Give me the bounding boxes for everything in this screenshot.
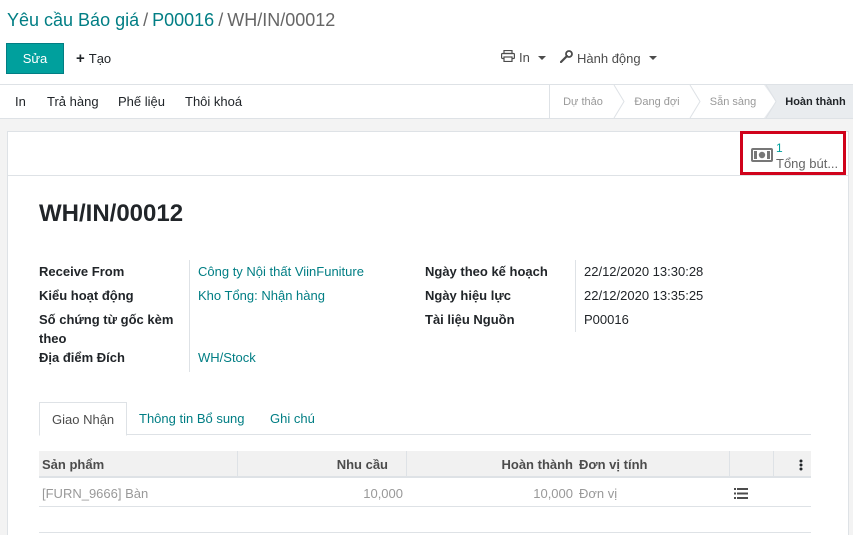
status-bar: In Trả hàng Phế liệu Thôi khoá Dự thảo Đ… — [0, 85, 853, 119]
table-header: Sản phẩm Nhu cầu Hoàn thành Đơn vị tính — [39, 451, 811, 478]
plus-icon: + — [76, 50, 85, 67]
stage-done: Hoàn thành — [778, 85, 853, 118]
stage-separator — [764, 85, 778, 118]
cell-product: [FURN_9666] Bàn — [42, 485, 149, 501]
field-label-origin: Tài liệu Nguồn — [425, 312, 515, 327]
breadcrumb-current: WH/IN/00012 — [227, 10, 336, 30]
field-divider — [575, 260, 576, 332]
field-label-source-document: Số chứng từ gốc kèm theo — [39, 312, 174, 346]
action-dropdown[interactable]: Hành động — [559, 50, 657, 66]
cell-demand: 10,000 — [363, 485, 403, 501]
cell-done: 10,000 — [533, 485, 573, 501]
print-dropdown[interactable]: In — [501, 49, 546, 65]
print-label: In — [519, 50, 530, 65]
stage-draft: Dự thảo — [563, 95, 603, 108]
stage-ready: Sẵn sàng — [709, 95, 757, 108]
action-label: Hành động — [577, 50, 641, 66]
column-options-icon[interactable] — [799, 451, 803, 478]
tab-operations[interactable]: Giao Nhận — [39, 402, 128, 436]
edit-button-label: Sửa — [22, 51, 48, 66]
breadcrumb-po[interactable]: P00016 — [152, 10, 214, 30]
column-divider — [729, 451, 730, 478]
tab-additional-info[interactable]: Thông tin Bổ sung — [127, 402, 257, 435]
field-label-partner: Receive From — [39, 264, 125, 279]
field-label-effective-date: Ngày hiệu lực — [425, 288, 511, 303]
breadcrumb-separator: / — [143, 10, 149, 30]
print-button[interactable]: In — [15, 94, 26, 109]
field-value-destination[interactable]: WH/Stock — [198, 348, 256, 367]
column-done[interactable]: Hoàn thành — [407, 451, 574, 478]
unlock-button[interactable]: Thôi khoá — [185, 94, 242, 109]
field-label-scheduled-date: Ngày theo kế hoạch — [425, 264, 548, 279]
breadcrumb-purchase-rfq[interactable]: Yêu cầu Báo giá — [7, 10, 139, 30]
field-value-operation-type[interactable]: Kho Tổng: Nhận hàng — [198, 286, 325, 305]
field-divider — [189, 260, 190, 372]
detailed-operations-icon[interactable] — [734, 479, 748, 507]
edit-button[interactable]: Sửa — [6, 43, 64, 74]
chevron-down-icon — [537, 55, 546, 60]
create-button[interactable]: + Tạo — [76, 50, 111, 67]
column-uom[interactable]: Đơn vị tính — [579, 451, 647, 478]
smart-button-label: Tổng bút... — [776, 156, 839, 171]
field-value-partner[interactable]: Công ty Nội thất ViinFuniture — [198, 262, 364, 281]
record-title: WH/IN/00012 — [39, 200, 184, 227]
scrap-button[interactable]: Phế liệu — [118, 94, 165, 109]
breadcrumb-separator: / — [218, 10, 224, 30]
smart-button-valuation[interactable]: 1 Tổng bút... — [740, 131, 846, 175]
field-value-origin[interactable]: P00016 — [584, 310, 629, 329]
cell-uom: Đơn vị — [579, 485, 618, 501]
stage-waiting: Đang đợi — [634, 95, 680, 108]
create-button-label: Tạo — [88, 51, 112, 66]
return-button[interactable]: Trả hàng — [47, 94, 99, 109]
tab-note[interactable]: Ghi chú — [258, 402, 327, 435]
chevron-down-icon — [648, 56, 657, 60]
wrench-icon — [559, 50, 573, 66]
field-value-scheduled-date[interactable]: 22/12/2020 13:30:28 — [584, 262, 703, 281]
smart-button-count: 1 — [776, 141, 783, 155]
column-demand[interactable]: Nhu cầu — [238, 451, 388, 478]
button-box — [7, 131, 849, 176]
field-label-destination: Địa điểm Đích — [39, 350, 125, 365]
print-icon — [501, 49, 516, 65]
field-value-effective-date[interactable]: 22/12/2020 13:35:25 — [584, 286, 703, 305]
column-divider — [773, 451, 774, 478]
money-icon — [751, 148, 773, 165]
table-row[interactable]: [FURN_9666] Bàn 10,000 10,000 Đơn vị — [39, 479, 811, 507]
table-bottom-line — [39, 532, 811, 533]
notebook-tabs: Giao Nhận Thông tin Bổ sung Ghi chú — [39, 402, 811, 436]
breadcrumb: Yêu cầu Báo giá / P00016/WH/IN/00012 — [7, 10, 335, 31]
field-label-operation-type: Kiểu hoạt động — [39, 288, 134, 303]
column-product[interactable]: Sản phẩm — [42, 451, 104, 478]
